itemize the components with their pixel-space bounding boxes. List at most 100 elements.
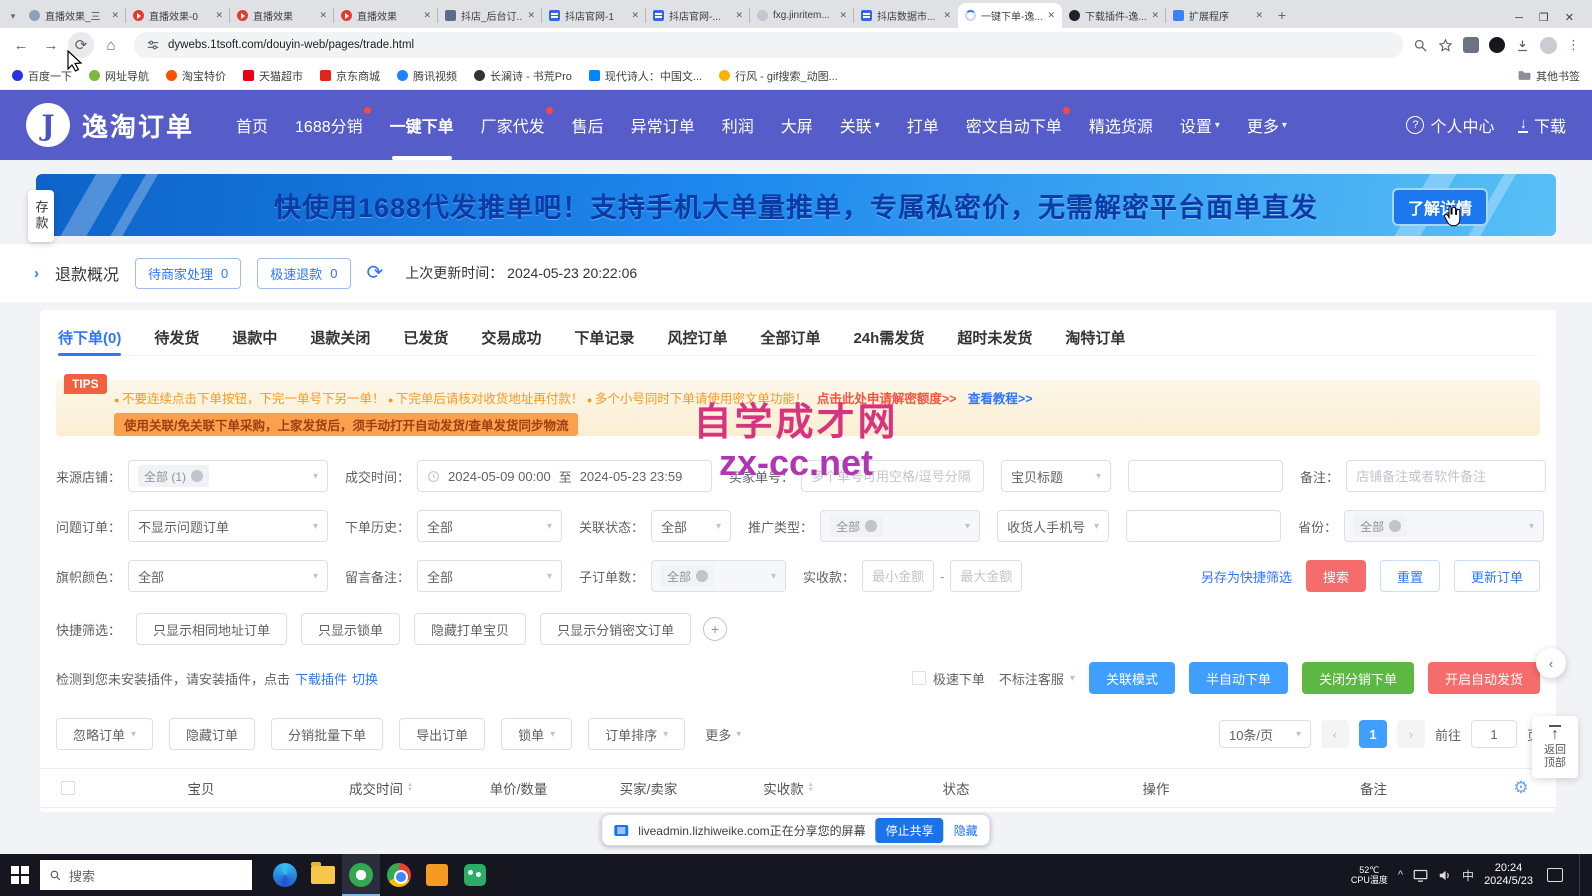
promo-type-select[interactable]: 全部▾: [820, 510, 980, 542]
tab-close-icon[interactable]: ✕: [319, 10, 327, 21]
ignore-order-button[interactable]: 忽略订单▾: [56, 718, 153, 750]
receiver-phone-input[interactable]: [1136, 519, 1271, 534]
new-tab-button[interactable]: +: [1270, 3, 1294, 27]
tab-shipped[interactable]: 已发货: [403, 320, 448, 355]
more-button[interactable]: 更多▾: [705, 725, 741, 744]
tab-overdue-ship[interactable]: 超时未发货: [957, 320, 1032, 355]
bookmark-star-icon[interactable]: [1438, 38, 1453, 53]
chrome-app-icon[interactable]: [380, 854, 418, 896]
add-quick-filter-button[interactable]: +: [703, 617, 727, 641]
tab-pending-order[interactable]: 待下单(0): [58, 320, 121, 355]
sub-order-count-select[interactable]: 全部▾: [651, 560, 786, 592]
bookmark-item[interactable]: 行风 - gif搜索_动图...: [719, 68, 838, 84]
tab-close-icon[interactable]: ✕: [1255, 10, 1263, 21]
fast-refund-badge[interactable]: 极速退款0: [257, 258, 350, 289]
browser-tab[interactable]: 直播效果✕: [230, 3, 334, 28]
tab-close-icon[interactable]: ✕: [423, 10, 431, 21]
province-select[interactable]: 全部▾: [1344, 510, 1544, 542]
browser-tab[interactable]: 抖店数据市...✕: [854, 3, 958, 28]
buyer-order-input[interactable]: [811, 469, 974, 484]
order-sort-button[interactable]: 订单排序▾: [588, 718, 685, 750]
side-panel-tab[interactable]: 存款: [28, 190, 54, 242]
quick-filter-locked-only[interactable]: 只显示锁单: [301, 613, 400, 645]
nav-item-profit[interactable]: 利润: [722, 90, 754, 160]
tab-to-ship[interactable]: 待发货: [154, 320, 199, 355]
tab-search-icon[interactable]: ▾: [4, 6, 22, 26]
nav-item-abnormal-orders[interactable]: 异常订单: [631, 90, 695, 160]
show-desktop-sliver[interactable]: [1579, 854, 1584, 896]
sort-icon[interactable]: ▲▼: [407, 783, 413, 793]
col-deal-time[interactable]: 成交时间▲▼: [306, 778, 456, 798]
browser-tab[interactable]: 抖店官网-1✕: [542, 3, 646, 28]
reload-button[interactable]: ⟳: [68, 32, 94, 58]
home-button[interactable]: ⌂: [98, 32, 124, 58]
banner-detail-button[interactable]: 了解详情: [1392, 188, 1488, 226]
flag-color-select[interactable]: 全部▾: [128, 560, 328, 592]
update-orders-button[interactable]: 更新订单: [1454, 560, 1540, 592]
goto-page-input[interactable]: [1481, 727, 1507, 742]
edge-app-icon[interactable]: [266, 854, 304, 896]
bookmark-item[interactable]: 腾讯视频: [397, 68, 457, 84]
wechat-app-icon[interactable]: [456, 854, 494, 896]
tag-close-icon[interactable]: [191, 470, 203, 482]
tray-expand-icon[interactable]: ^: [1398, 869, 1403, 881]
service-mark-select[interactable]: 不标注客服▾: [999, 669, 1075, 688]
nav-item-relation[interactable]: 关联▾: [840, 90, 880, 160]
tag-close-icon[interactable]: [696, 570, 708, 582]
nav-item-factory-dropship[interactable]: 厂家代发: [481, 90, 545, 160]
tab-close-icon[interactable]: ✕: [527, 10, 535, 21]
bookmark-item[interactable]: 百度一下: [12, 68, 72, 84]
start-button[interactable]: [0, 854, 40, 896]
url-text[interactable]: dywebs.1tsoft.com/douyin-web/pages/trade…: [168, 39, 414, 51]
collapse-panel-button[interactable]: ‹: [1536, 648, 1566, 678]
browser-menu-icon[interactable]: ⋮: [1567, 37, 1580, 53]
display-tray-icon[interactable]: [1413, 869, 1428, 882]
tab-close-icon[interactable]: ✕: [1047, 10, 1055, 21]
browser-tab[interactable]: 下载插件-逸...✕: [1062, 3, 1166, 28]
bookmark-item[interactable]: 淘宝特价: [166, 68, 226, 84]
notes-app-icon[interactable]: [418, 854, 456, 896]
downloads-icon[interactable]: [1515, 38, 1530, 53]
tab-taote-orders[interactable]: 淘特订单: [1065, 320, 1125, 355]
language-indicator[interactable]: 中: [1462, 867, 1474, 884]
site-info-icon[interactable]: [146, 38, 160, 52]
tag-close-icon[interactable]: [865, 520, 877, 532]
tab-close-icon[interactable]: ✕: [839, 10, 847, 21]
nav-item-one-click-order[interactable]: 一键下单: [390, 90, 454, 160]
tab-refunding[interactable]: 退款中: [232, 320, 277, 355]
nav-item-cipher-auto-order[interactable]: 密文自动下单: [966, 90, 1062, 160]
profile-center-link[interactable]: ?个人中心: [1406, 113, 1494, 137]
receiver-phone-select[interactable]: 收货人手机号▾: [997, 510, 1109, 542]
volume-tray-icon[interactable]: [1438, 869, 1452, 882]
auto-ship-button[interactable]: 开启自动发货: [1428, 662, 1540, 694]
relation-status-select[interactable]: 全部▾: [651, 510, 731, 542]
browser-tab[interactable]: 抖店_后台订...✕: [438, 3, 542, 28]
max-amount-input[interactable]: [960, 569, 1012, 584]
lock-order-button[interactable]: 锁单▾: [501, 718, 572, 750]
browser-tab[interactable]: 直播效果✕: [334, 3, 438, 28]
close-distribution-button[interactable]: 关闭分销下单: [1302, 662, 1414, 694]
tab-close-icon[interactable]: ✕: [631, 10, 639, 21]
nav-item-dashboard[interactable]: 大屏: [781, 90, 813, 160]
forward-button[interactable]: →: [38, 32, 64, 58]
window-close-button[interactable]: ✕: [1565, 11, 1574, 24]
reset-button[interactable]: 重置: [1380, 560, 1440, 592]
nav-item-more[interactable]: 更多▾: [1247, 90, 1287, 160]
tab-close-icon[interactable]: ✕: [215, 10, 223, 21]
tab-all-orders[interactable]: 全部订单: [760, 320, 820, 355]
zoom-icon[interactable]: [1413, 38, 1428, 53]
fast-order-checkbox[interactable]: [912, 671, 926, 685]
quick-filter-cipher-orders[interactable]: 只显示分销密文订单: [540, 613, 691, 645]
back-button[interactable]: ←: [8, 32, 34, 58]
browser-tab-active[interactable]: 一键下单-逸...✕: [958, 3, 1062, 28]
deal-time-range[interactable]: 2024-05-09 00:00 至 2024-05-23 23:59: [417, 460, 712, 492]
tab-completed[interactable]: 交易成功: [481, 320, 541, 355]
tab-close-icon[interactable]: ✕: [735, 10, 743, 21]
download-link[interactable]: ↓下载: [1518, 113, 1566, 137]
col-paid-amount[interactable]: 实收款▲▼: [716, 778, 861, 798]
tab-close-icon[interactable]: ✕: [1151, 10, 1159, 21]
hide-share-bar-link[interactable]: 隐藏: [954, 822, 978, 839]
nav-item-1688-distribution[interactable]: 1688分销: [295, 90, 363, 160]
notification-center-icon[interactable]: [1547, 868, 1563, 882]
chrome-active-app-icon[interactable]: [342, 854, 380, 896]
